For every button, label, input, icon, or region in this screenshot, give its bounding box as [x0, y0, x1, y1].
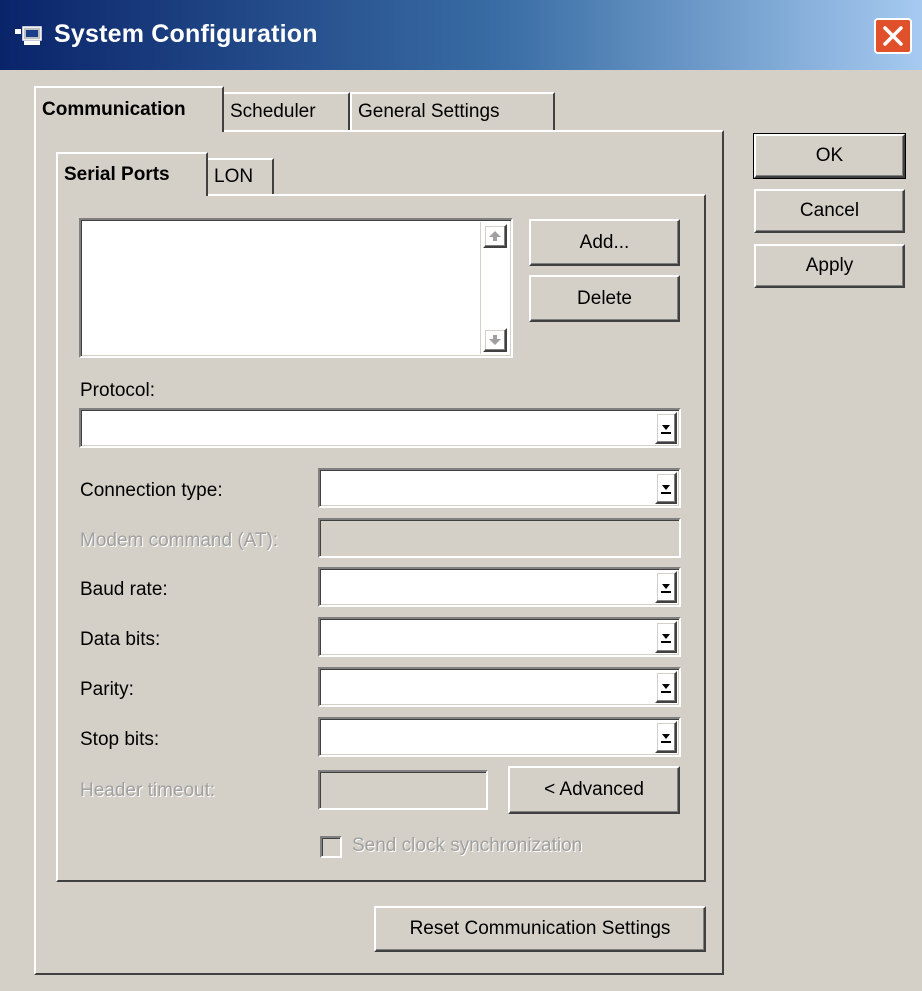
connection-type-combobox[interactable]: [318, 468, 681, 508]
chevron-down-icon: [661, 584, 671, 593]
protocol-dropdown-button[interactable]: [655, 412, 677, 444]
tab-lon-label: LON: [214, 166, 254, 187]
stop-bits-label: Stop bits:: [80, 729, 160, 750]
close-button[interactable]: [874, 18, 912, 54]
add-button-label: Add...: [579, 231, 630, 253]
chevron-down-icon: [661, 684, 671, 693]
tab-scheduler-label: Scheduler: [230, 101, 316, 122]
chevron-down-icon: [661, 425, 671, 434]
ports-listbox[interactable]: [79, 218, 513, 358]
chevron-down-icon: [661, 734, 671, 743]
apply-button-label: Apply: [805, 255, 854, 276]
reset-communication-settings-button[interactable]: Reset Communication Settings: [374, 906, 706, 952]
scroll-down-icon: [489, 335, 501, 345]
advanced-button-label: < Advanced: [544, 779, 644, 800]
parity-combobox[interactable]: [318, 667, 681, 707]
tab-serial-ports[interactable]: Serial Ports: [56, 152, 208, 196]
tab-general-settings[interactable]: General Settings: [350, 92, 555, 130]
reset-button-label: Reset Communication Settings: [409, 918, 671, 939]
tab-communication[interactable]: Communication: [34, 86, 224, 132]
scroll-up-button[interactable]: [483, 224, 507, 248]
modem-command-input: [318, 518, 681, 558]
tab-scheduler[interactable]: Scheduler: [222, 92, 350, 130]
parity-dropdown-button[interactable]: [655, 671, 677, 703]
stop-bits-dropdown-button[interactable]: [655, 721, 677, 753]
baud-rate-dropdown-button[interactable]: [655, 571, 677, 603]
protocol-combobox[interactable]: [79, 408, 681, 448]
delete-button-label: Delete: [577, 287, 632, 309]
header-timeout-input: [318, 770, 488, 810]
tab-communication-label: Communication: [42, 99, 186, 120]
data-bits-combobox[interactable]: [318, 617, 681, 657]
listbox-scrollbar[interactable]: [480, 222, 509, 354]
connection-type-dropdown-button[interactable]: [655, 472, 677, 504]
close-icon: [883, 26, 903, 46]
parity-label: Parity:: [80, 679, 134, 700]
data-bits-label: Data bits:: [80, 629, 161, 650]
connection-type-label: Connection type:: [80, 480, 223, 501]
cancel-button[interactable]: Cancel: [754, 189, 905, 233]
stop-bits-combobox[interactable]: [318, 717, 681, 757]
tab-serial-ports-label: Serial Ports: [64, 164, 170, 185]
scroll-down-button[interactable]: [483, 328, 507, 352]
apply-button[interactable]: Apply: [754, 244, 905, 288]
window-title: System Configuration: [54, 20, 318, 48]
ok-button[interactable]: OK: [753, 133, 906, 179]
send-clock-sync-label: Send clock synchronization: [352, 835, 583, 856]
scroll-up-icon: [489, 231, 501, 241]
advanced-button[interactable]: < Advanced: [508, 766, 680, 814]
chevron-down-icon: [661, 485, 671, 494]
send-clock-sync-checkbox: [320, 836, 342, 858]
cancel-button-label: Cancel: [799, 200, 860, 221]
add-button[interactable]: Add...: [529, 219, 680, 266]
baud-rate-combobox[interactable]: [318, 567, 681, 607]
tab-general-settings-label: General Settings: [358, 101, 500, 122]
tab-lon[interactable]: LON: [206, 158, 274, 194]
protocol-label: Protocol:: [80, 380, 155, 401]
baud-rate-label: Baud rate:: [80, 579, 168, 600]
network-computer-icon: [14, 26, 44, 46]
data-bits-dropdown-button[interactable]: [655, 621, 677, 653]
chevron-down-icon: [661, 634, 671, 643]
delete-button[interactable]: Delete: [529, 275, 680, 322]
header-timeout-label: Header timeout:: [80, 780, 216, 801]
ok-button-label: OK: [815, 145, 844, 166]
modem-command-label: Modem command (AT):: [80, 530, 279, 551]
